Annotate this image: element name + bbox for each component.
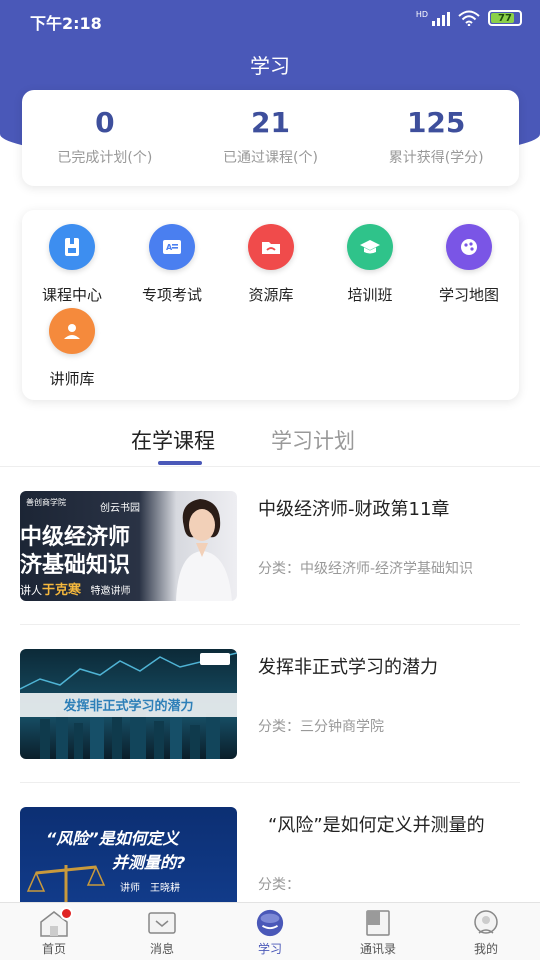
thumb-speaker: 讲师 王晓耕 [120,883,180,894]
menu-label: 培训班 [347,286,393,304]
course-title: 发挥非正式学习的潜力 [258,657,438,678]
status-time: 下午2:18 [30,14,102,33]
battery-icon: 77 [488,10,522,26]
course-item[interactable]: 发挥非正式学习的潜力 发挥非正式学习的潜力 分类：三分钟商学院 [20,625,520,783]
menu-label: 学习地图 [438,286,499,304]
menu-course-center[interactable]: 课程中心 [22,224,122,305]
stat-total-credits[interactable]: 125 累计获得(学分) [353,90,519,186]
course-tabs: 在学课程 学习计划 [0,425,540,467]
stat-completed-plans[interactable]: 0 已完成计划(个) [22,90,188,186]
tabbar-messages[interactable]: 消息 [108,903,216,960]
tab-indicator [158,461,202,465]
folder-icon [248,224,294,270]
study-icon [255,909,285,937]
course-category: 分类：三分钟商学院 [258,719,384,735]
course-item[interactable]: 善创商学院 创云书园 中级经济师 济基础知识 讲人于克寒 特邀讲师 中级经济师-… [20,467,520,625]
menu-lecturer-library[interactable]: 讲师库 [22,308,122,389]
tabbar-label: 消息 [149,942,174,956]
tabbar-label: 我的 [473,942,498,956]
status-icons: HD 77 [416,10,522,26]
tabbar-label: 学习 [257,942,282,956]
stat-value: 21 [251,106,290,139]
thumb-badge: 特邀讲师 [90,586,131,597]
exam-icon: A [149,224,195,270]
thumb-line1: “风险”是如何定义 [46,829,179,848]
thumb-brand-left: 善创商学院 [26,498,66,507]
teacher-icon [49,308,95,354]
stat-label: 累计获得(学分) [388,150,484,166]
home-icon [39,907,73,937]
course-title: “风险”是如何定义并测量的 [268,815,485,836]
menu-learning-map[interactable]: 学习地图 [419,224,519,305]
thumb-line2: 济基础知识 [20,553,131,578]
tab-in-progress-courses[interactable]: 在学课程 [131,425,215,455]
svg-text:A: A [166,243,173,252]
thumb-speaker-prefix: 讲人 [20,584,42,597]
thumb-brand-right: 创云书园 [100,503,140,514]
menu-label: 专项考试 [141,286,202,304]
thumb-speaker: 于克寒 [42,583,82,598]
page-title: 学习 [250,54,290,78]
network-type: HD [415,10,428,19]
tabbar-study[interactable]: 学习 [216,903,324,960]
tabbar-home[interactable]: 首页 [0,903,108,960]
tab-study-plan[interactable]: 学习计划 [271,425,355,455]
speaker-portrait [176,499,232,601]
stat-value: 0 [95,106,115,139]
course-thumbnail: 善创商学院 创云书园 中级经济师 济基础知识 讲人于克寒 特邀讲师 [20,491,237,601]
thumb-line2: 并测量的? [112,853,186,872]
notification-dot [60,907,73,920]
course-thumbnail: “风险”是如何定义 并测量的? 讲师 王晓耕 [20,807,237,917]
tabbar-contacts[interactable]: 通讯录 [324,903,432,960]
book-icon [49,224,95,270]
bottom-tab-bar: 首页 消息 学习 通讯录 我的 [0,902,540,960]
wifi-icon [458,10,480,26]
menu-label: 资源库 [248,286,294,304]
stat-label: 已完成计划(个) [57,150,153,166]
course-category: 分类：中级经济师-经济学基础知识 [258,561,474,577]
course-category: 分类： [258,877,300,893]
stats-card: 0 已完成计划(个) 21 已通过课程(个) 125 累计获得(学分) [22,90,519,186]
thumb-caption: 发挥非正式学习的潜力 [63,699,194,714]
status-bar: 下午2:18 HD 77 [0,0,540,40]
message-icon [147,909,177,937]
menu-resource-library[interactable]: 资源库 [221,224,321,305]
profile-icon [471,909,501,937]
menu-special-exam[interactable]: A 专项考试 [122,224,222,305]
tabbar-profile[interactable]: 我的 [432,903,540,960]
menu-label: 讲师库 [49,370,95,388]
course-thumbnail: 发挥非正式学习的潜力 [20,649,237,759]
menu-training-class[interactable]: 培训班 [320,224,420,305]
contacts-icon [363,909,393,937]
stat-label: 已通过课程(个) [223,150,318,166]
tabbar-label: 通讯录 [359,942,396,956]
function-menu: 课程中心 A 专项考试 资源库 培训班 学习地图 讲师库 [22,210,519,400]
battery-level: 77 [498,12,512,24]
graduation-cap-icon [347,224,393,270]
stat-value: 125 [406,106,466,139]
signal-icon: HD [416,10,450,26]
tabbar-label: 首页 [41,942,66,956]
course-title: 中级经济师-财政第11章 [258,499,450,520]
stat-passed-courses[interactable]: 21 已通过课程(个) [188,90,354,186]
map-icon [446,224,492,270]
menu-label: 课程中心 [41,286,102,304]
